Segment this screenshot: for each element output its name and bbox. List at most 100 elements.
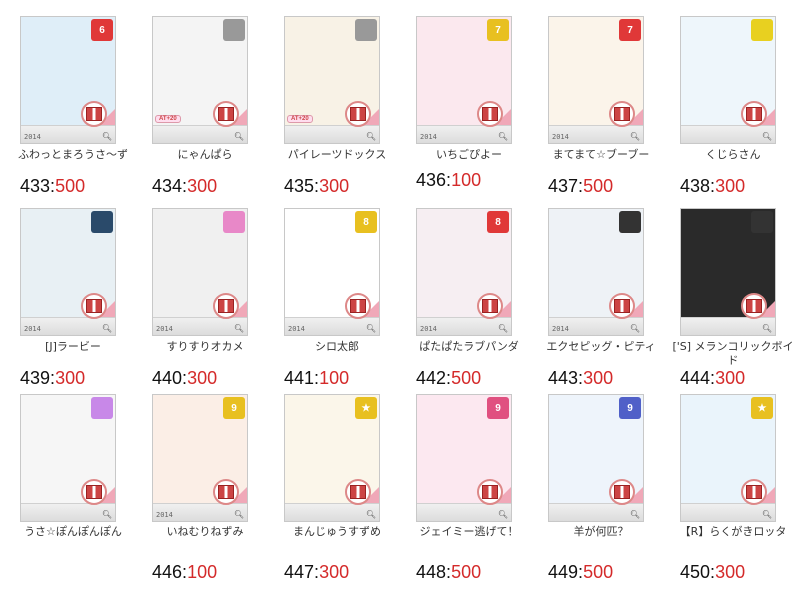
gift-icon[interactable] — [213, 293, 239, 319]
gift-icon[interactable] — [81, 479, 107, 505]
item-card[interactable]: 2014 🔍︎ — [152, 208, 248, 336]
item-card[interactable]: 2014 7 🔍︎ — [416, 16, 512, 144]
item-cell[interactable]: ★ 🔍︎ まんじゅうすずめ 447:300 — [272, 392, 402, 592]
gift-icon[interactable] — [213, 479, 239, 505]
item-cell[interactable]: 2014 8 🔍︎ シロ太郎 441:100 — [272, 200, 402, 392]
item-card[interactable]: ★ 🔍︎ — [284, 394, 380, 522]
item-card[interactable]: ★ 🔍︎ — [680, 394, 776, 522]
year-label: 2014 — [420, 133, 437, 141]
gift-icon[interactable] — [741, 479, 767, 505]
zoom-icon[interactable]: 🔍︎ — [102, 324, 112, 333]
item-cell[interactable]: 2014 🔍︎ [J]ラービー 439:300 — [8, 200, 138, 392]
item-name: ジェイミー逃げて！ — [419, 525, 519, 538]
item-cell[interactable]: 9 🔍︎ ジェイミー逃げて！ 448:500 — [404, 392, 534, 592]
item-card[interactable]: 🔍︎ — [20, 394, 116, 522]
item-cell[interactable]: 🔍︎ くじらさん 438:300 — [668, 8, 798, 200]
item-card[interactable]: 2014 8 🔍︎ — [284, 208, 380, 336]
zoom-icon[interactable]: 🔍︎ — [498, 510, 508, 519]
zoom-icon[interactable]: 🔍︎ — [762, 132, 772, 141]
item-cell[interactable]: ★ 🔍︎ 【R】らくがきロッタ 450:300 — [668, 392, 798, 592]
year-label: 2014 — [156, 511, 173, 519]
gift-icon[interactable] — [81, 101, 107, 127]
item-name: まんじゅうすずめ — [293, 525, 381, 538]
item-cell[interactable]: 2014 7 🔍︎ いちごぴよー 436:100 — [404, 8, 534, 200]
zoom-icon[interactable]: 🔍︎ — [366, 510, 376, 519]
gift-icon[interactable] — [609, 479, 635, 505]
item-card[interactable]: 2014 6 🔍︎ — [20, 16, 116, 144]
item-card[interactable]: 2014 8 🔍︎ — [416, 208, 512, 336]
zoom-icon[interactable]: 🔍︎ — [234, 510, 244, 519]
item-cell[interactable]: AT+20 🔍︎ にゃんぱら 434:300 — [140, 8, 270, 200]
item-card[interactable]: AT+20 🔍︎ — [284, 16, 380, 144]
gift-icon[interactable] — [345, 293, 371, 319]
item-cell[interactable]: 🔍︎ ['S] メランコリックボイド 444:300 — [668, 200, 798, 392]
item-price: 446:100 — [152, 562, 217, 582]
zoom-icon[interactable]: 🔍︎ — [630, 324, 640, 333]
zoom-icon[interactable]: 🔍︎ — [630, 132, 640, 141]
zoom-icon[interactable]: 🔍︎ — [498, 132, 508, 141]
zoom-icon[interactable]: 🔍︎ — [762, 324, 772, 333]
zoom-icon[interactable]: 🔍︎ — [498, 324, 508, 333]
item-cell[interactable]: 2014 7 🔍︎ まてまて☆ブーブー 437:500 — [536, 8, 666, 200]
gift-icon[interactable] — [213, 101, 239, 127]
item-price: 441:100 — [284, 368, 349, 388]
rarity-badge-icon: 8 — [487, 211, 509, 233]
item-value: 300 — [583, 368, 614, 388]
item-value: 300 — [715, 562, 746, 582]
gift-icon[interactable] — [609, 101, 635, 127]
item-card[interactable]: 9 🔍︎ — [548, 394, 644, 522]
item-card[interactable]: 🔍︎ — [680, 16, 776, 144]
gift-icon[interactable] — [477, 101, 503, 127]
item-number: 447 — [284, 562, 315, 582]
item-value: 500 — [55, 176, 86, 196]
item-name: くじらさん — [705, 148, 761, 161]
item-price: 434:300 — [152, 176, 217, 196]
item-card[interactable]: 2014 🔍︎ — [20, 208, 116, 336]
item-cell[interactable]: 2014 🔍︎ エクセピッグ・ピティ 443:300 — [536, 200, 666, 392]
gift-icon[interactable] — [741, 293, 767, 319]
zoom-icon[interactable]: 🔍︎ — [102, 510, 112, 519]
item-card[interactable]: 2014 🔍︎ — [548, 208, 644, 336]
gift-icon[interactable] — [345, 479, 371, 505]
gift-icon[interactable] — [741, 101, 767, 127]
item-card[interactable]: 2014 9 🔍︎ — [152, 394, 248, 522]
gift-icon[interactable] — [477, 293, 503, 319]
zoom-icon[interactable]: 🔍︎ — [366, 132, 376, 141]
rarity-badge-icon — [91, 397, 113, 419]
zoom-icon[interactable]: 🔍︎ — [234, 132, 244, 141]
item-value: 300 — [319, 562, 350, 582]
rarity-badge-icon — [751, 19, 773, 41]
item-cell[interactable]: 2014 🔍︎ すりすりオカメ 440:300 — [140, 200, 270, 392]
item-cell[interactable]: 2014 6 🔍︎ ふわっとまろうさ〜ず 433:500 — [8, 8, 138, 200]
item-price: 436:100 — [416, 170, 481, 190]
item-value: 500 — [583, 562, 614, 582]
rarity-badge-icon: 8 — [355, 211, 377, 233]
zoom-icon[interactable]: 🔍︎ — [234, 324, 244, 333]
gift-icon[interactable] — [81, 293, 107, 319]
item-number: 438 — [680, 176, 711, 196]
gift-icon[interactable] — [609, 293, 635, 319]
item-cell[interactable]: AT+20 🔍︎ パイレーツドックス 435:300 — [272, 8, 402, 200]
rarity-badge-icon: 9 — [487, 397, 509, 419]
item-cell[interactable]: 2014 8 🔍︎ ぱたぱたラブパンダ 442:500 — [404, 200, 534, 392]
item-cell[interactable]: 9 🔍︎ 羊が何匹？ 449:500 — [536, 392, 666, 592]
gift-icon[interactable] — [477, 479, 503, 505]
item-card[interactable]: 9 🔍︎ — [416, 394, 512, 522]
zoom-icon[interactable]: 🔍︎ — [762, 510, 772, 519]
item-card[interactable]: AT+20 🔍︎ — [152, 16, 248, 144]
item-price: 442:500 — [416, 368, 481, 388]
year-label: 2014 — [24, 325, 41, 333]
item-value: 300 — [187, 176, 218, 196]
zoom-icon[interactable]: 🔍︎ — [102, 132, 112, 141]
item-card[interactable]: 🔍︎ — [680, 208, 776, 336]
item-name: ふわっとまろうさ〜ず — [18, 148, 128, 161]
item-number: 439 — [20, 368, 51, 388]
item-cell[interactable]: 🔍︎うさ☆ぽんぽんぽん446:100 — [8, 392, 138, 592]
gift-icon[interactable] — [345, 101, 371, 127]
item-card[interactable]: 2014 7 🔍︎ — [548, 16, 644, 144]
year-label: 2014 — [420, 325, 437, 333]
zoom-icon[interactable]: 🔍︎ — [366, 324, 376, 333]
item-cell[interactable]: 2014 9 🔍︎ いねむりねずみ 446:100 — [140, 392, 270, 592]
item-value: 100 — [319, 368, 350, 388]
zoom-icon[interactable]: 🔍︎ — [630, 510, 640, 519]
